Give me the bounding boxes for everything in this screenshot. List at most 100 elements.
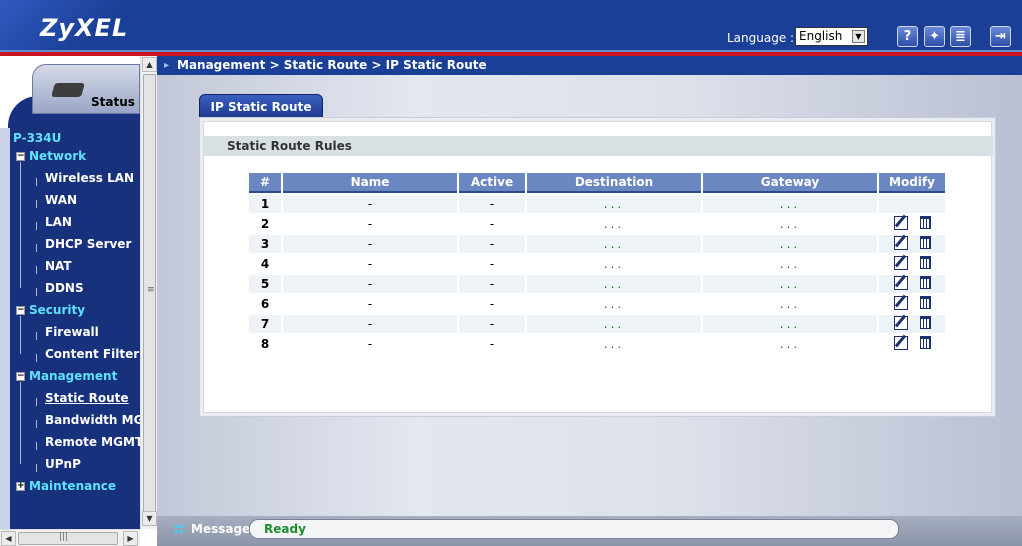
- router-icon: [51, 83, 85, 97]
- sidebar-item-dhcp-server[interactable]: DHCP Server: [45, 237, 131, 251]
- sidebar-item-firewall[interactable]: Firewall: [45, 325, 99, 339]
- tab-ip-static-route[interactable]: IP Static Route: [199, 94, 323, 118]
- row-number: 4: [260, 257, 270, 271]
- row-modify: [879, 235, 945, 253]
- column-header: Modify: [879, 173, 945, 193]
- row-gateway: ...: [779, 217, 801, 231]
- row-active: -: [489, 337, 495, 351]
- row-gateway: ...: [703, 315, 877, 333]
- table-row: 8 - -......: [249, 335, 945, 353]
- help-icon[interactable]: ?: [897, 26, 918, 47]
- table-row: 6 - -......: [249, 295, 945, 313]
- trash-icon[interactable]: [919, 236, 931, 249]
- row-destination: ...: [527, 315, 701, 333]
- row-gateway: ...: [779, 337, 801, 351]
- edit-icon[interactable]: [893, 215, 908, 230]
- collapse-icon[interactable]: −: [16, 152, 25, 161]
- column-header: Name: [283, 173, 457, 193]
- sidebar-item-remote-mgmt[interactable]: Remote MGMT: [45, 435, 140, 449]
- language-label: Language :: [727, 31, 795, 45]
- sidebar-category-maintenance[interactable]: Maintenance: [29, 479, 116, 493]
- column-header: Active: [459, 173, 525, 193]
- row-active: -: [489, 257, 495, 271]
- sidebar-item-wan[interactable]: WAN: [45, 193, 77, 207]
- breadcrumb-arrow-icon: ▸: [164, 60, 170, 71]
- sidebar: Status P-334U − Network Wireless LAN WAN LAN D…: [0, 56, 157, 546]
- logout-icon[interactable]: ⇥: [990, 26, 1011, 47]
- edit-icon[interactable]: [893, 315, 908, 330]
- row-name: -: [283, 195, 457, 213]
- row-destination: ...: [527, 275, 701, 293]
- trash-icon[interactable]: [919, 296, 931, 309]
- sidebar-horizontal-scrollbar[interactable]: ◀ ||| ▶: [0, 529, 140, 546]
- row-gateway: ...: [703, 195, 877, 213]
- row-number: 3: [249, 235, 281, 253]
- scroll-up-icon[interactable]: ▲: [142, 57, 157, 72]
- scroll-right-icon[interactable]: ▶: [123, 531, 138, 546]
- trash-icon[interactable]: [919, 316, 931, 329]
- sidebar-item-static-route[interactable]: Static Route: [45, 391, 129, 405]
- status-bar: Message Ready: [157, 516, 1022, 546]
- top-header: ZyXEL Language : English ▼ ? ✦ ≣ ⇥: [0, 0, 1022, 56]
- edit-icon[interactable]: [893, 335, 908, 350]
- scroll-down-icon[interactable]: ▼: [142, 511, 157, 526]
- edit-icon[interactable]: [893, 235, 908, 250]
- language-select[interactable]: English ▼: [795, 27, 868, 46]
- sidebar-item-nat[interactable]: NAT: [45, 259, 72, 273]
- sidebar-category-network[interactable]: Network: [29, 149, 86, 163]
- row-active: -: [459, 315, 525, 333]
- sidebar-vertical-scrollbar[interactable]: ▲ ≡ ▼: [140, 56, 157, 529]
- row-active: -: [489, 217, 495, 231]
- row-name: -: [367, 337, 373, 351]
- scrollbar-thumb[interactable]: ≡: [143, 74, 156, 524]
- sidebar-category-security[interactable]: Security: [29, 303, 85, 317]
- row-destination: ...: [603, 257, 625, 271]
- status-label: Status: [91, 95, 135, 109]
- sidebar-item-lan[interactable]: LAN: [45, 215, 72, 229]
- trash-icon[interactable]: [919, 276, 931, 289]
- device-model: P-334U: [13, 131, 62, 145]
- row-destination: ...: [527, 235, 701, 253]
- breadcrumb-text: Management > Static Route > IP Static Ro…: [177, 58, 487, 72]
- row-modify: [879, 315, 945, 333]
- edit-icon[interactable]: [893, 255, 908, 270]
- section-title: Static Route Rules: [204, 136, 993, 156]
- column-header: #: [249, 173, 281, 193]
- expand-icon[interactable]: +: [16, 482, 25, 491]
- scrollbar-thumb[interactable]: |||: [18, 532, 118, 545]
- row-gateway: ...: [703, 235, 877, 253]
- row-active: -: [459, 195, 525, 213]
- collapse-icon[interactable]: −: [16, 306, 25, 315]
- wizard-icon[interactable]: ✦: [924, 26, 945, 47]
- row-active: -: [459, 235, 525, 253]
- sidebar-item-upnp[interactable]: UPnP: [45, 457, 81, 471]
- row-modify: [879, 255, 945, 273]
- row-number: 6: [260, 297, 270, 311]
- logo-text: ZyXEL: [40, 14, 129, 42]
- sidebar-category-management[interactable]: Management: [29, 369, 117, 383]
- sidebar-item-ddns[interactable]: DDNS: [45, 281, 84, 295]
- trash-icon[interactable]: [919, 256, 931, 269]
- sidebar-item-content-filter[interactable]: Content Filter: [45, 347, 139, 361]
- table-row: 7- -......: [249, 315, 945, 333]
- column-header: Gateway: [703, 173, 877, 193]
- sidebar-item-bandwidth-mgmt[interactable]: Bandwidth MGMT: [45, 413, 140, 427]
- edit-icon[interactable]: [893, 275, 908, 290]
- table-row: 1- -......: [249, 195, 945, 213]
- trash-icon[interactable]: [919, 216, 931, 229]
- notes-icon[interactable]: ≣: [950, 26, 971, 47]
- row-destination: ...: [603, 217, 625, 231]
- chevron-down-icon[interactable]: ▼: [852, 30, 865, 43]
- sidebar-item-wireless-lan[interactable]: Wireless LAN: [45, 171, 134, 185]
- trash-icon[interactable]: [919, 336, 931, 349]
- row-number: 8: [260, 337, 270, 351]
- nav-menu: Status P-334U − Network Wireless LAN WAN LAN D…: [0, 56, 140, 529]
- collapse-icon[interactable]: −: [16, 372, 25, 381]
- status-tab[interactable]: Status: [32, 64, 140, 114]
- row-number: 2: [260, 217, 270, 231]
- scroll-left-icon[interactable]: ◀: [1, 531, 16, 546]
- row-modify: [879, 295, 945, 313]
- row-name: -: [283, 275, 457, 293]
- edit-icon[interactable]: [893, 295, 908, 310]
- row-active: -: [489, 297, 495, 311]
